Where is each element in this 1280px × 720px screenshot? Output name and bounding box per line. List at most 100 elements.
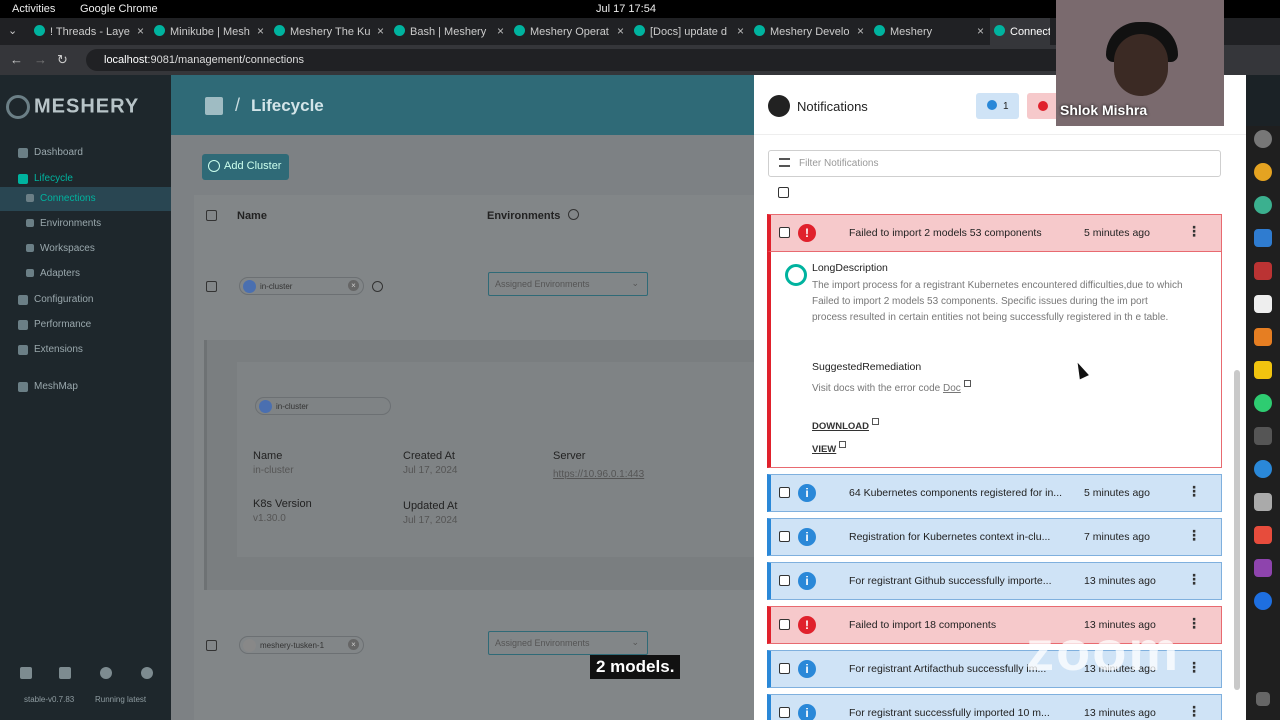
reload-icon[interactable]: ↻ xyxy=(57,52,68,68)
environment-select[interactable]: Assigned Environments ⌄ xyxy=(488,631,648,655)
clock[interactable]: Jul 17 17:54 xyxy=(596,3,656,15)
tab[interactable]: ! Threads - Laye × xyxy=(30,18,148,45)
info-icon[interactable] xyxy=(372,281,383,292)
more-options-icon[interactable]: ⋮ xyxy=(1187,703,1201,720)
tab[interactable]: Connection xyxy=(990,18,1050,45)
column-header-name[interactable]: Name xyxy=(237,210,267,222)
more-options-icon[interactable]: ⋮ xyxy=(1187,615,1201,632)
whatsapp-icon[interactable] xyxy=(1254,196,1272,214)
delete-icon[interactable]: × xyxy=(348,639,359,650)
sidebar-item-extensions[interactable]: Extensions xyxy=(0,338,171,362)
vlc-icon[interactable] xyxy=(1254,328,1272,346)
vscode-icon[interactable] xyxy=(1254,229,1272,247)
row-checkbox[interactable] xyxy=(206,281,217,292)
android-studio-icon[interactable] xyxy=(1254,394,1272,412)
settings-icon[interactable] xyxy=(1254,130,1272,148)
docs-icon[interactable] xyxy=(20,667,32,679)
connection-chip[interactable]: in-cluster xyxy=(255,397,391,415)
notification-message: 64 Kubernetes components registered for … xyxy=(849,487,1063,499)
app-grid-icon[interactable] xyxy=(1256,692,1270,706)
add-cluster-button[interactable]: Add Cluster xyxy=(202,154,290,180)
chat-icon[interactable] xyxy=(100,667,112,679)
select-all-checkbox[interactable] xyxy=(206,210,217,221)
zotero-icon[interactable] xyxy=(1254,526,1272,544)
notification-checkbox[interactable] xyxy=(779,707,790,718)
address-bar[interactable]: localhost:9081/management/connections xyxy=(86,49,1076,71)
text-editor-icon[interactable] xyxy=(1254,295,1272,313)
tab[interactable]: Meshery × xyxy=(870,18,988,45)
notification-checkbox[interactable] xyxy=(779,619,790,630)
notification-checkbox[interactable] xyxy=(779,487,790,498)
activities-button[interactable]: Activities xyxy=(12,3,55,15)
more-options-icon[interactable]: ⋮ xyxy=(1187,483,1201,500)
browser-icon[interactable] xyxy=(1254,460,1272,478)
github-icon[interactable] xyxy=(141,667,153,679)
notification-item[interactable]: i 64 Kubernetes components registered for… xyxy=(767,474,1222,512)
server-link[interactable]: https://10.96.0.1:443 xyxy=(553,469,644,480)
info-count-badge[interactable]: 1 xyxy=(976,93,1019,119)
more-options-icon[interactable]: ⋮ xyxy=(1187,571,1201,588)
sidebar-item-connections[interactable]: Connections xyxy=(0,187,171,211)
more-options-icon[interactable]: ⋮ xyxy=(1187,223,1201,240)
terminal-icon[interactable] xyxy=(1254,427,1272,445)
close-icon[interactable]: × xyxy=(377,24,384,38)
doc-link[interactable]: Doc xyxy=(943,383,961,394)
notification-checkbox[interactable] xyxy=(779,663,790,674)
more-options-icon[interactable]: ⋮ xyxy=(1187,527,1201,544)
back-icon[interactable]: ← xyxy=(10,52,23,67)
sidebar-item-meshmap[interactable]: MeshMap xyxy=(0,375,171,399)
sidebar-item-adapters[interactable]: Adapters xyxy=(0,262,171,286)
notes-icon[interactable] xyxy=(1254,361,1272,379)
version-label[interactable]: stable-v0.7.83 xyxy=(24,695,74,704)
tab[interactable]: Meshery Operat × xyxy=(510,18,628,45)
select-all-notifications-checkbox[interactable] xyxy=(778,187,789,198)
meshery-logo[interactable]: MESHERY xyxy=(6,95,139,119)
close-icon[interactable]: × xyxy=(977,24,984,38)
tab-search-icon[interactable]: ⌄ xyxy=(8,24,17,37)
notification-checkbox[interactable] xyxy=(779,575,790,586)
notification-checkbox[interactable] xyxy=(779,227,790,238)
external-link-icon xyxy=(872,418,879,425)
connection-chip[interactable]: meshery-tusken-1 × xyxy=(239,636,364,654)
tab[interactable]: Minikube | Mesh × xyxy=(150,18,268,45)
tab[interactable]: Meshery The Ku × xyxy=(270,18,388,45)
view-link[interactable]: VIEW xyxy=(812,441,847,455)
tab[interactable]: Meshery Develo × xyxy=(750,18,868,45)
sidebar-item-performance[interactable]: Performance xyxy=(0,313,171,337)
environment-select[interactable]: Assigned Environments ⌄ xyxy=(488,272,648,296)
info-icon[interactable] xyxy=(568,209,579,220)
download-link[interactable]: DOWNLOAD xyxy=(812,418,879,432)
sidebar-item-workspaces[interactable]: Workspaces xyxy=(0,237,171,261)
row-checkbox[interactable] xyxy=(206,640,217,651)
more-options-icon[interactable]: ⋮ xyxy=(1187,659,1201,676)
notification-item[interactable]: i Registration for Kubernetes context in-… xyxy=(767,518,1222,556)
close-icon[interactable]: × xyxy=(617,24,624,38)
sidebar-item-dashboard[interactable]: Dashboard xyxy=(0,141,171,165)
close-icon[interactable]: × xyxy=(257,24,264,38)
filter-notifications-input[interactable]: Filter Notifications xyxy=(768,150,1221,177)
sidebar-item-environments[interactable]: Environments xyxy=(0,212,171,236)
sidebar-item-configuration[interactable]: Configuration xyxy=(0,288,171,312)
close-icon[interactable]: × xyxy=(737,24,744,38)
tab[interactable]: Bash | Meshery × xyxy=(390,18,508,45)
forward-icon[interactable]: → xyxy=(34,52,47,67)
screen-recorder-icon[interactable] xyxy=(1254,262,1272,280)
package-icon[interactable] xyxy=(1254,493,1272,511)
close-icon[interactable]: × xyxy=(857,24,864,38)
connection-chip[interactable]: in-cluster × xyxy=(239,277,364,295)
column-header-environments[interactable]: Environments xyxy=(487,210,560,222)
slack-icon[interactable] xyxy=(59,667,71,679)
close-icon[interactable]: × xyxy=(137,24,144,38)
notification-item[interactable]: i For registrant Github successfully impo… xyxy=(767,562,1222,600)
chrome-icon[interactable] xyxy=(1254,163,1272,181)
delete-icon[interactable]: × xyxy=(348,280,359,291)
media-icon[interactable] xyxy=(1254,559,1272,577)
notification-item[interactable]: i For registrant successfully imported 10… xyxy=(767,694,1222,720)
notification-checkbox[interactable] xyxy=(779,531,790,542)
zoom-icon[interactable] xyxy=(1254,592,1272,610)
active-app-label[interactable]: Google Chrome xyxy=(80,3,158,15)
close-icon[interactable]: × xyxy=(497,24,504,38)
scrollbar[interactable] xyxy=(1234,370,1240,690)
notification-item-expanded[interactable]: ! Failed to import 2 models 53 component… xyxy=(767,214,1222,252)
tab[interactable]: [Docs] update d × xyxy=(630,18,748,45)
